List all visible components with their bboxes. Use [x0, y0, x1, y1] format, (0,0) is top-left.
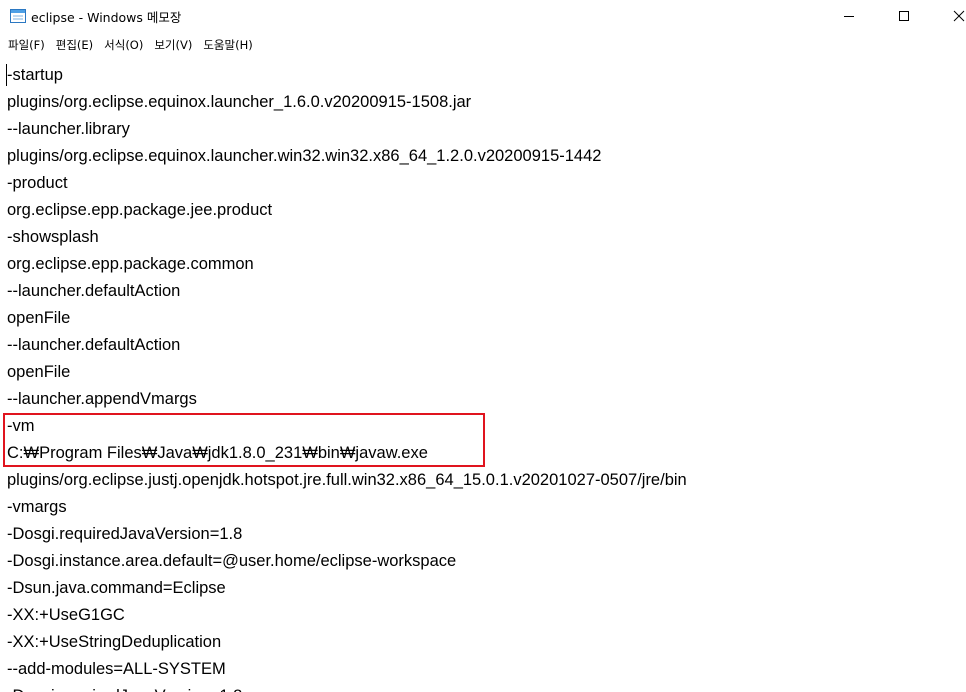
menu-help[interactable]: 도움말(H) [199, 35, 256, 55]
maximize-icon [898, 7, 910, 26]
menu-view[interactable]: 보기(V) [150, 35, 196, 55]
text-line: --add-modules=ALL-SYSTEM [7, 660, 226, 678]
notepad-window: eclipse - Windows 메모장 파일(F) 편집(E) 서식(O) … [0, 0, 966, 692]
text-line: --launcher.library [7, 120, 130, 138]
text-line: -Dosgi.requiredJavaVersion=1.8 [7, 525, 243, 543]
menu-edit[interactable]: 편집(E) [52, 35, 97, 55]
notepad-icon [10, 8, 26, 23]
text-line: openFile [7, 363, 71, 381]
text-line: plugins/org.eclipse.equinox.launcher_1.6… [7, 93, 472, 111]
text-line: C:₩Program Files₩Java₩jdk1.8.0_231₩bin₩j… [7, 444, 428, 462]
text-line: -Dosgi.instance.area.default=@user.home/… [7, 552, 457, 570]
text-line: -vmargs [7, 498, 67, 516]
text-editor[interactable]: -startup plugins/org.eclipse.equinox.laun… [0, 60, 966, 692]
text-caret [6, 64, 7, 86]
text-line: -vm [7, 417, 35, 435]
maximize-button[interactable] [881, 0, 927, 32]
text-line: --launcher.defaultAction [7, 336, 181, 354]
text-line: plugins/org.eclipse.equinox.launcher.win… [7, 147, 602, 165]
window-title: eclipse - Windows 메모장 [31, 10, 182, 25]
menu-file[interactable]: 파일(F) [4, 35, 49, 55]
text-line: --launcher.appendVmargs [7, 390, 197, 408]
text-line: -XX:+UseStringDeduplication [7, 633, 222, 651]
text-line: -product [7, 174, 68, 192]
text-line: -Dosgi.requiredJavaVersion=1.8 [7, 683, 687, 692]
text-line: --launcher.defaultAction [7, 282, 181, 300]
text-line: org.eclipse.epp.package.common [7, 255, 254, 273]
editor-lines: -startup plugins/org.eclipse.equinox.laun… [7, 62, 687, 692]
minimize-icon [843, 7, 855, 26]
text-line: plugins/org.eclipse.justj.openjdk.hotspo… [7, 471, 687, 489]
close-icon [953, 7, 965, 26]
text-line: -Dsun.java.command=Eclipse [7, 579, 226, 597]
close-button[interactable] [936, 0, 966, 32]
text-line: -startup [7, 66, 63, 84]
menu-bar: 파일(F) 편집(E) 서식(O) 보기(V) 도움말(H) [0, 32, 966, 58]
text-line: -XX:+UseG1GC [7, 606, 125, 624]
menu-format[interactable]: 서식(O) [100, 35, 147, 55]
text-line: openFile [7, 309, 71, 327]
title-bar[interactable]: eclipse - Windows 메모장 [0, 0, 966, 32]
text-line: -showsplash [7, 228, 99, 246]
minimize-button[interactable] [826, 0, 872, 32]
text-line: org.eclipse.epp.package.jee.product [7, 201, 273, 219]
